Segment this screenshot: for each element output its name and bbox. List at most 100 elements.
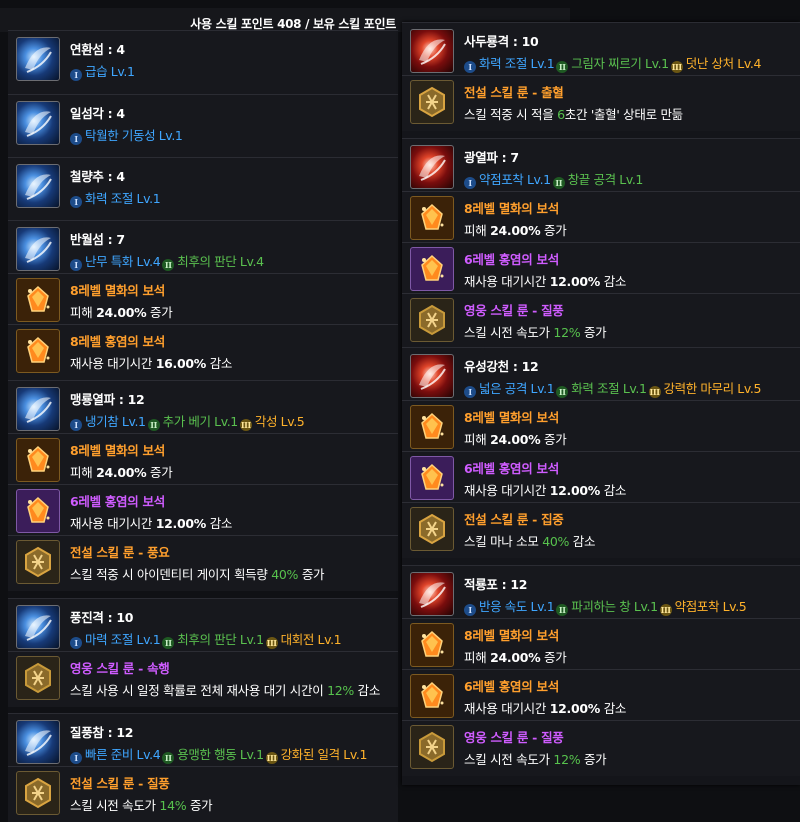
tripod[interactable]: I 넓은 공격 Lv.1 — [464, 378, 555, 398]
effect-suffix: 감소 — [600, 701, 627, 716]
row-divider — [8, 324, 398, 325]
tripod[interactable]: III 대회전 Lv.1 — [265, 629, 342, 649]
skill-card: 반월섬 : 7 I 난무 특화 Lv.4 II 최후의 판단 Lv.4 8레벨 멸화의 보… — [8, 220, 398, 380]
row-divider — [402, 191, 800, 192]
skill-icon[interactable] — [16, 605, 60, 649]
effect-prefix: 재사용 대기시간 — [70, 356, 156, 371]
rune-icon — [16, 656, 60, 700]
skill-name: 광열파 : 7 — [464, 150, 519, 165]
gem-name: 6레벨 홍염의 보석 — [464, 252, 559, 267]
effect-text: 재사용 대기시간 12.00% 감소 — [70, 513, 232, 532]
effect-prefix: 스킬 사용 시 일정 확률로 전체 재사용 대기 시간이 — [70, 683, 328, 698]
effect-prefix: 피해 — [70, 305, 97, 320]
skill-icon[interactable] — [16, 101, 60, 145]
tripod-tier-1-icon: I — [464, 386, 476, 398]
effect-text: 피해 24.00% 증가 — [464, 429, 567, 448]
skill-row: 풍진격 : 10 I 마력 조절 Lv.1 II 최후의 판단 Lv.1 III 대회전 L… — [16, 605, 396, 649]
row-divider — [8, 433, 398, 434]
skill-icon[interactable] — [410, 29, 454, 73]
rune-icon — [16, 771, 60, 815]
rune-name: 영웅 스킬 룬 - 질풍 — [464, 303, 564, 318]
skill-card: 광열파 : 7 I 약점포착 Lv.1 II 창끝 공격 Lv.1 8레벨 멸화의 보석피… — [402, 138, 800, 349]
effect-suffix: 초간 '출혈' 상태로 만듦 — [564, 107, 683, 122]
effect-suffix: 증가 — [580, 325, 607, 340]
row-divider — [402, 720, 800, 721]
skill-row: 사두룡격 : 10 I 화력 조절 Lv.1 II 그림자 찌르기 Lv.1 III 덧난 … — [410, 29, 790, 73]
tripod-tier-3-icon: III — [648, 386, 661, 398]
skill-card: 질풍참 : 12 I 빠른 준비 Lv.4 II 용맹한 행동 Lv.1 III 강화된 일… — [8, 713, 398, 822]
gem-icon — [410, 405, 454, 449]
row-divider — [402, 400, 800, 401]
gem-row: 6레벨 홍염의 보석 재사용 대기시간 12.00% 감소 — [410, 247, 790, 291]
skill-icon[interactable] — [16, 37, 60, 81]
gem-name: 8레벨 멸화의 보석 — [70, 283, 165, 298]
tripod[interactable]: I 난무 특화 Lv.4 — [70, 251, 161, 271]
tripod-label: 대회전 Lv.1 — [280, 632, 342, 647]
row-divider — [402, 293, 800, 294]
tripod-label: 빠른 준비 Lv.4 — [85, 747, 161, 762]
tripod-tier-1-icon: I — [70, 419, 82, 431]
skill-icon[interactable] — [410, 572, 454, 616]
effect-prefix: 스킬 시전 속도가 — [464, 752, 554, 767]
tripod[interactable]: I 화력 조절 Lv.1 — [464, 53, 555, 73]
effect-bonus: 12% — [327, 683, 354, 698]
tripod[interactable]: II 용맹한 행동 Lv.1 — [162, 744, 264, 764]
tripod-label: 화력 조절 Lv.1 — [85, 191, 161, 206]
tripod[interactable]: II 파괴하는 창 Lv.1 — [556, 596, 658, 616]
effect-value: 24.00% — [490, 432, 541, 447]
effect-text: 스킬 시전 속도가 12% 증가 — [464, 322, 607, 341]
tripod-tier-2-icon: II — [556, 61, 569, 73]
effect-text: 재사용 대기시간 16.00% 감소 — [70, 353, 232, 372]
skill-icon[interactable] — [16, 227, 60, 271]
tripod[interactable]: I 냉기참 Lv.1 — [70, 411, 146, 431]
tripod[interactable]: II 최후의 판단 Lv.1 — [162, 629, 264, 649]
tripod-tier-1-icon: I — [464, 177, 476, 189]
effect-bonus: 40% — [542, 534, 570, 549]
skill-name: 맹룡열파 : 12 — [70, 392, 145, 407]
tripod-label: 마력 조절 Lv.1 — [85, 632, 161, 647]
skill-icon[interactable] — [16, 387, 60, 431]
tripod[interactable]: II 추가 베기 Lv.1 — [147, 411, 238, 431]
effect-text: 피해 24.00% 증가 — [464, 220, 567, 239]
effect-prefix: 피해 — [70, 465, 97, 480]
rune-name: 전설 스킬 룬 - 출혈 — [464, 85, 564, 100]
tripod[interactable]: II 창끝 공격 Lv.1 — [552, 169, 643, 189]
row-divider — [402, 451, 800, 452]
effect-text: 피해 24.00% 증가 — [70, 462, 173, 481]
tripod[interactable]: III 강화된 일격 Lv.1 — [265, 744, 367, 764]
tripod[interactable]: I 탁월한 기동성 Lv.1 — [70, 125, 183, 145]
skill-icon[interactable] — [16, 720, 60, 764]
tripod[interactable]: III 각성 Lv.5 — [239, 411, 305, 431]
tripod-label: 난무 특화 Lv.4 — [85, 254, 161, 269]
row-divider — [402, 502, 800, 503]
tripod[interactable]: I 마력 조절 Lv.1 — [70, 629, 161, 649]
skill-name: 풍진격 : 10 — [70, 610, 134, 625]
skill-icon[interactable] — [410, 145, 454, 189]
gem-name: 8레벨 멸화의 보석 — [464, 201, 559, 216]
rune-row: 영웅 스킬 룬 - 속행 스킬 사용 시 일정 확률로 전체 재사용 대기 시간이… — [16, 656, 396, 700]
tripod[interactable]: II 최후의 판단 Lv.4 — [162, 251, 264, 271]
tripod[interactable]: III 강력한 마무리 Lv.5 — [648, 378, 761, 398]
tripod[interactable]: I 급습 Lv.1 — [70, 61, 135, 81]
tripod[interactable]: I 약점포착 Lv.1 — [464, 169, 551, 189]
skill-name: 연환섬 : 4 — [70, 42, 125, 57]
skill-card: 철량추 : 4 I 화력 조절 Lv.1 — [8, 157, 398, 221]
tripod[interactable]: II 그림자 찌르기 Lv.1 — [556, 53, 669, 73]
gem-row: 6레벨 홍염의 보석 재사용 대기시간 12.00% 감소 — [410, 456, 790, 500]
effect-value: 12.00% — [549, 701, 601, 716]
tripod[interactable]: II 화력 조절 Lv.1 — [556, 378, 647, 398]
row-divider — [8, 535, 398, 536]
skill-icon[interactable] — [410, 354, 454, 398]
tripod[interactable]: III 약점포착 Lv.5 — [659, 596, 747, 616]
gem-icon — [410, 247, 454, 291]
tripod[interactable]: III 덧난 상처 Lv.4 — [670, 53, 761, 73]
skill-icon[interactable] — [16, 164, 60, 208]
effect-value: 24.00% — [490, 223, 541, 238]
skill-name: 반월섬 : 7 — [70, 232, 125, 247]
tripod-tier-1-icon: I — [70, 69, 82, 81]
tripod[interactable]: I 화력 조절 Lv.1 — [70, 188, 161, 208]
skill-card: 연환섬 : 4 I 급습 Lv.1 — [8, 30, 398, 94]
tripod[interactable]: I 반응 속도 Lv.1 — [464, 596, 555, 616]
rune-icon — [410, 298, 454, 342]
tripod[interactable]: I 빠른 준비 Lv.4 — [70, 744, 161, 764]
